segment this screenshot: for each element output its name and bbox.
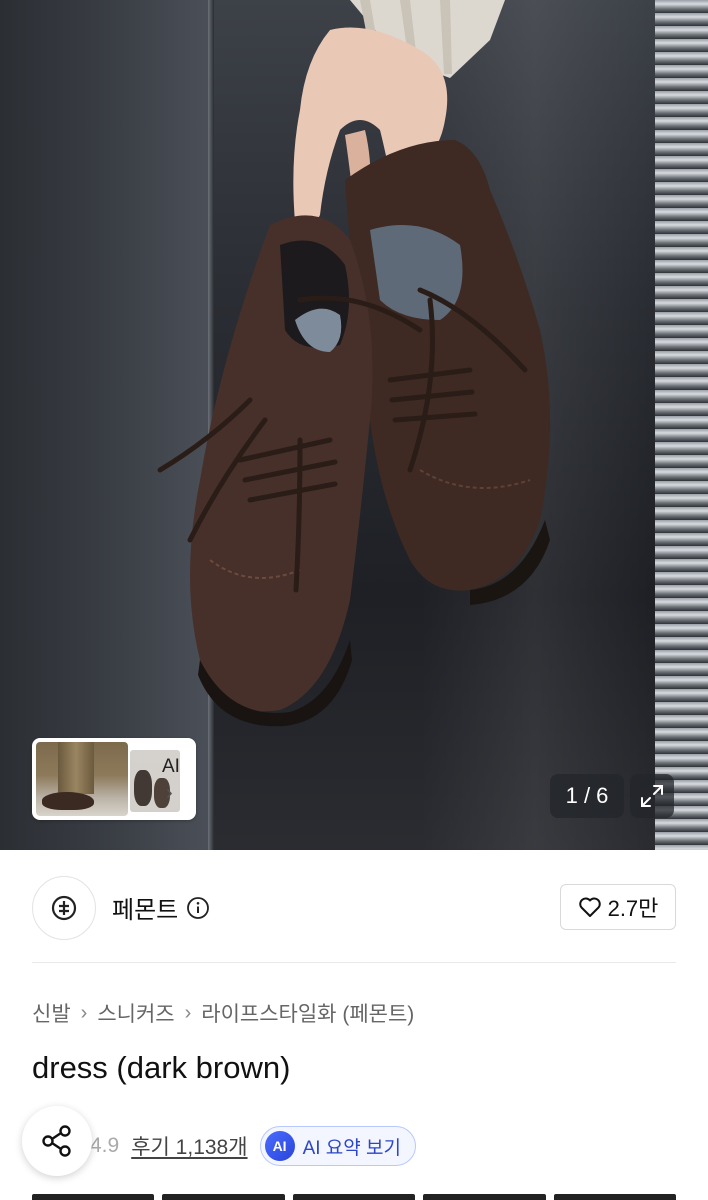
share-icon [42, 1125, 71, 1157]
shoes-illustration [157, 0, 550, 727]
ai-badge-icon: AI [264, 1131, 295, 1161]
ai-summary-button[interactable]: AI AI 요약 보기 [259, 1126, 416, 1166]
breadcrumb-item[interactable]: 스니커즈 [97, 998, 174, 1028]
heart-icon [578, 897, 601, 917]
rating-value: 4.9 [90, 1134, 120, 1157]
next-section-preview [32, 1194, 677, 1200]
like-button[interactable]: 2.7만 [560, 884, 676, 930]
brand-name: 페몬트 [112, 897, 179, 924]
expand-icon [641, 785, 663, 807]
product-photo[interactable]: AI › 1 / 6 [0, 0, 708, 850]
breadcrumb-item[interactable]: 신발 [32, 998, 71, 1028]
chevron-right-icon: › [184, 1001, 192, 1024]
brand-logo-icon [51, 895, 77, 921]
chevron-right-icon: › [166, 782, 173, 804]
share-button[interactable] [22, 1106, 92, 1176]
brand-name-link[interactable]: 페몬트 [112, 890, 210, 925]
expand-button[interactable] [630, 774, 674, 818]
brand-logo[interactable] [32, 876, 96, 940]
breadcrumb: 신발 › 스니커즈 › 라이프스타일화 (페몬트) [32, 998, 414, 1028]
review-link[interactable]: 후기 1,138개 [131, 1131, 247, 1161]
chevron-right-icon: › [80, 1001, 88, 1024]
brand-row: 페몬트 2.7만 [0, 850, 708, 962]
breadcrumb-item[interactable]: 라이프스타일화 (페몬트) [201, 998, 414, 1028]
ai-styling-thumbnail[interactable]: AI › [32, 738, 196, 820]
ai-summary-label: AI 요약 보기 [302, 1137, 401, 1159]
thumbnail-image [36, 742, 128, 816]
product-title: dress (dark brown) [32, 1050, 291, 1085]
divider [32, 962, 676, 963]
like-count: 2.7만 [607, 896, 659, 921]
image-counter: 1 / 6 [550, 774, 624, 818]
thumbnail-ai-label: AI [162, 756, 180, 777]
info-icon[interactable] [186, 896, 210, 920]
